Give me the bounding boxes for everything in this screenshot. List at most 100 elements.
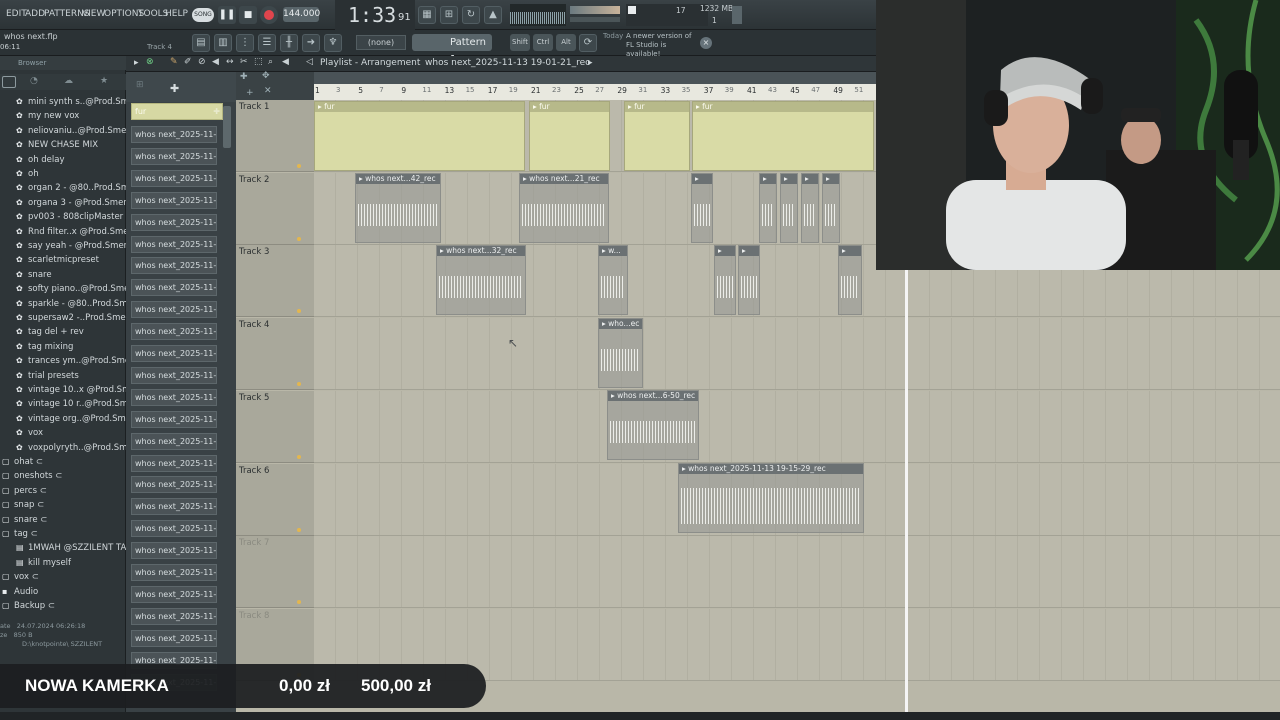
browser-item[interactable]: ▢ snap ⊂ [0, 500, 126, 514]
metronome-button[interactable]: ▲ [484, 6, 502, 24]
channel-button[interactable]: whos next_2025-11-13 1.. [131, 520, 217, 538]
channel-button[interactable]: whos next_2025-11-13 1.. [131, 279, 217, 297]
channel-button[interactable]: whos next_2025-11-13 1.. [131, 454, 217, 472]
browser-item[interactable]: ▢ oneshots ⊂ [0, 471, 126, 485]
menu-add[interactable]: ADD [25, 9, 45, 19]
browser-item[interactable]: ✿ vintage org..@Prod.Smerk [0, 414, 126, 428]
browser-item[interactable]: ▪ Audio [0, 587, 126, 601]
browser-item[interactable]: ✿ my new vox [0, 111, 126, 125]
browser-tab-all[interactable] [2, 76, 16, 88]
stop-button[interactable]: ■ [239, 6, 257, 24]
piano-roll-button[interactable]: ▥ [214, 34, 232, 52]
channel-button[interactable]: whos next_2025-11-13 1.. [131, 585, 217, 603]
clip-track2-d[interactable]: ▸ [759, 173, 777, 243]
paint-tool-icon[interactable]: ✐ [184, 57, 192, 67]
channel-button[interactable]: whos next_2025-11-13 1.. [131, 564, 217, 581]
channel-button[interactable]: whos next_2025-11-13 1.. [131, 323, 217, 341]
channel-button[interactable]: whos next_2025-11-13 1.. [131, 410, 217, 428]
track-header[interactable]: Track 7 [236, 536, 314, 609]
browser-item[interactable]: ✿ vintage 10 r..@Prod.Smerk [0, 399, 126, 413]
mute-tool-icon[interactable]: ◀ [212, 57, 219, 67]
clip-track2-b[interactable]: ▸ whos next...21_rec [519, 173, 609, 243]
channel-button[interactable]: whos next_2025-11-13 1.. [131, 126, 217, 143]
browser-item[interactable]: ✿ snare [0, 270, 126, 284]
clip-track2-g[interactable]: ▸ [822, 173, 840, 243]
browser-item[interactable]: ▢ tag ⊂ [0, 529, 126, 543]
browser-item[interactable]: ✿ oh [0, 169, 126, 183]
browser-item[interactable]: ▢ ohat ⊂ [0, 457, 126, 471]
menu-view[interactable]: VIEW [82, 9, 105, 19]
browser-tab-current[interactable]: ◔ [30, 76, 38, 86]
master-pitch-slider[interactable] [570, 17, 620, 22]
browser-item[interactable]: ▢ Backup ⊂ [0, 601, 126, 615]
channel-button[interactable]: whos next_2025-11-13 1.. [131, 366, 217, 384]
arrows-icon[interactable]: ✥ [262, 71, 270, 81]
playhead[interactable] [905, 270, 908, 712]
song-mode-toggle[interactable]: SONG [192, 8, 214, 22]
browser-item[interactable]: ✿ trances ym..@Prod.Smerk [0, 356, 126, 370]
magnet-icon[interactable]: ⊗ [146, 57, 154, 67]
channel-button[interactable]: whos next_2025-11-13 1.. [131, 388, 217, 406]
master-volume-slider[interactable] [570, 6, 620, 14]
zoom-tool-icon[interactable]: ⌕ [268, 57, 273, 67]
track-header[interactable]: Track 1 [236, 100, 314, 172]
shift-button[interactable]: Shift [510, 34, 530, 51]
track-header[interactable]: Track 4 [236, 318, 314, 391]
track-header[interactable]: Track 3 [236, 245, 314, 318]
slip-tool-icon[interactable]: ↔ [226, 57, 234, 67]
channel-button[interactable]: whos next_2025-11-13 1.. [131, 257, 217, 275]
channel-button[interactable]: whos next_2025-11-13 1.. [131, 607, 217, 625]
channel-button[interactable]: whos next_2025-11-13 1.. [131, 432, 217, 450]
arrangement-dropdown-icon[interactable]: ▸ [588, 58, 593, 68]
browser-item[interactable]: ✿ tag del + rev [0, 327, 126, 341]
channel-button[interactable]: whos next_2025-11-13 1.. [131, 345, 217, 362]
track-header[interactable]: Track 2 [236, 172, 314, 245]
channel-fur[interactable]: fur ✚ [131, 103, 223, 120]
news-text[interactable]: A newer version of FL Studio is availabl… [626, 32, 696, 59]
remove-icon[interactable]: ✕ [264, 86, 272, 96]
record-button[interactable] [260, 6, 278, 24]
browser-item[interactable]: ✿ vintage 10..x @Prod.Smerk [0, 385, 126, 399]
clip-fur-3[interactable]: ▸ fur [624, 101, 690, 171]
clip-track6-a[interactable]: ▸ whos next_2025-11-13 19-15-29_rec [678, 463, 864, 533]
channel-button[interactable]: whos next_2025-11-13 1.. [131, 191, 217, 209]
channel-button[interactable]: whos next_2025-11-13 1.. [131, 301, 217, 319]
menu-edit[interactable]: EDIT [6, 9, 27, 19]
channel-scrollbar[interactable] [223, 106, 231, 148]
channel-button[interactable]: whos next_2025-11-13 1.. [131, 235, 217, 253]
snap-select[interactable]: (none) [356, 35, 406, 50]
draw-tool-icon[interactable]: ✎ [170, 57, 178, 67]
menu-help[interactable]: HELP [165, 9, 188, 19]
pause-button[interactable]: ❚❚ [218, 6, 236, 24]
typing-keyboard-button[interactable]: ▦ [418, 6, 436, 24]
clip-track3-e[interactable]: ▸ [838, 245, 862, 315]
clip-track3-a[interactable]: ▸ whos next...32_rec [436, 245, 526, 315]
browser-item[interactable]: ✿ trial presets [0, 371, 126, 385]
browser-item[interactable]: ✿ tag mixing [0, 342, 126, 356]
pattern-selector[interactable]: Pattern 1 [412, 34, 492, 65]
plus-icon[interactable]: ✚ [240, 72, 248, 82]
play-triangle-icon[interactable]: ▸ [134, 58, 139, 68]
mic-button[interactable]: ♆ [324, 34, 342, 52]
channel-rack-button[interactable]: ⋮ [236, 34, 254, 52]
menu-tools[interactable]: TOOLS [138, 9, 168, 19]
browser-item[interactable]: ✿ mini synth s..@Prod.Smerk [0, 97, 126, 111]
news-button[interactable]: ⟳ [579, 34, 597, 52]
browser-item[interactable]: ✿ pv003 - 808clipMaster [0, 212, 126, 226]
mixer-button[interactable]: ☰ [258, 34, 276, 52]
browser-item[interactable]: ✿ NEW CHASE MIX [0, 140, 126, 154]
delete-tool-icon[interactable]: ⊘ [198, 57, 206, 67]
browser-item[interactable]: ✿ oh delay [0, 155, 126, 169]
slice-tool-icon[interactable]: ✂ [240, 57, 248, 67]
browser-item[interactable]: ▢ vox ⊂ [0, 572, 126, 586]
ctrl-button[interactable]: Ctrl [533, 34, 553, 51]
plugin-picker-button[interactable]: ╫ [280, 34, 298, 52]
browser-item[interactable]: ▤ 1MWAH @SZZILENT TAG [0, 543, 126, 557]
browser-item[interactable]: ✿ organ 2 - @80..Prod.Smerk [0, 183, 126, 197]
clip-fur-2[interactable]: ▸ fur [529, 101, 610, 171]
clip-track3-d[interactable]: ▸ [738, 245, 760, 315]
add-channel-icon[interactable]: ✚ [170, 82, 179, 95]
browser-item[interactable]: ✿ sparkle - @80..Prod.Smerk [0, 299, 126, 313]
track-header[interactable]: Track 6 [236, 463, 314, 536]
channel-button[interactable]: whos next_2025-11-13 1.. [131, 629, 217, 647]
